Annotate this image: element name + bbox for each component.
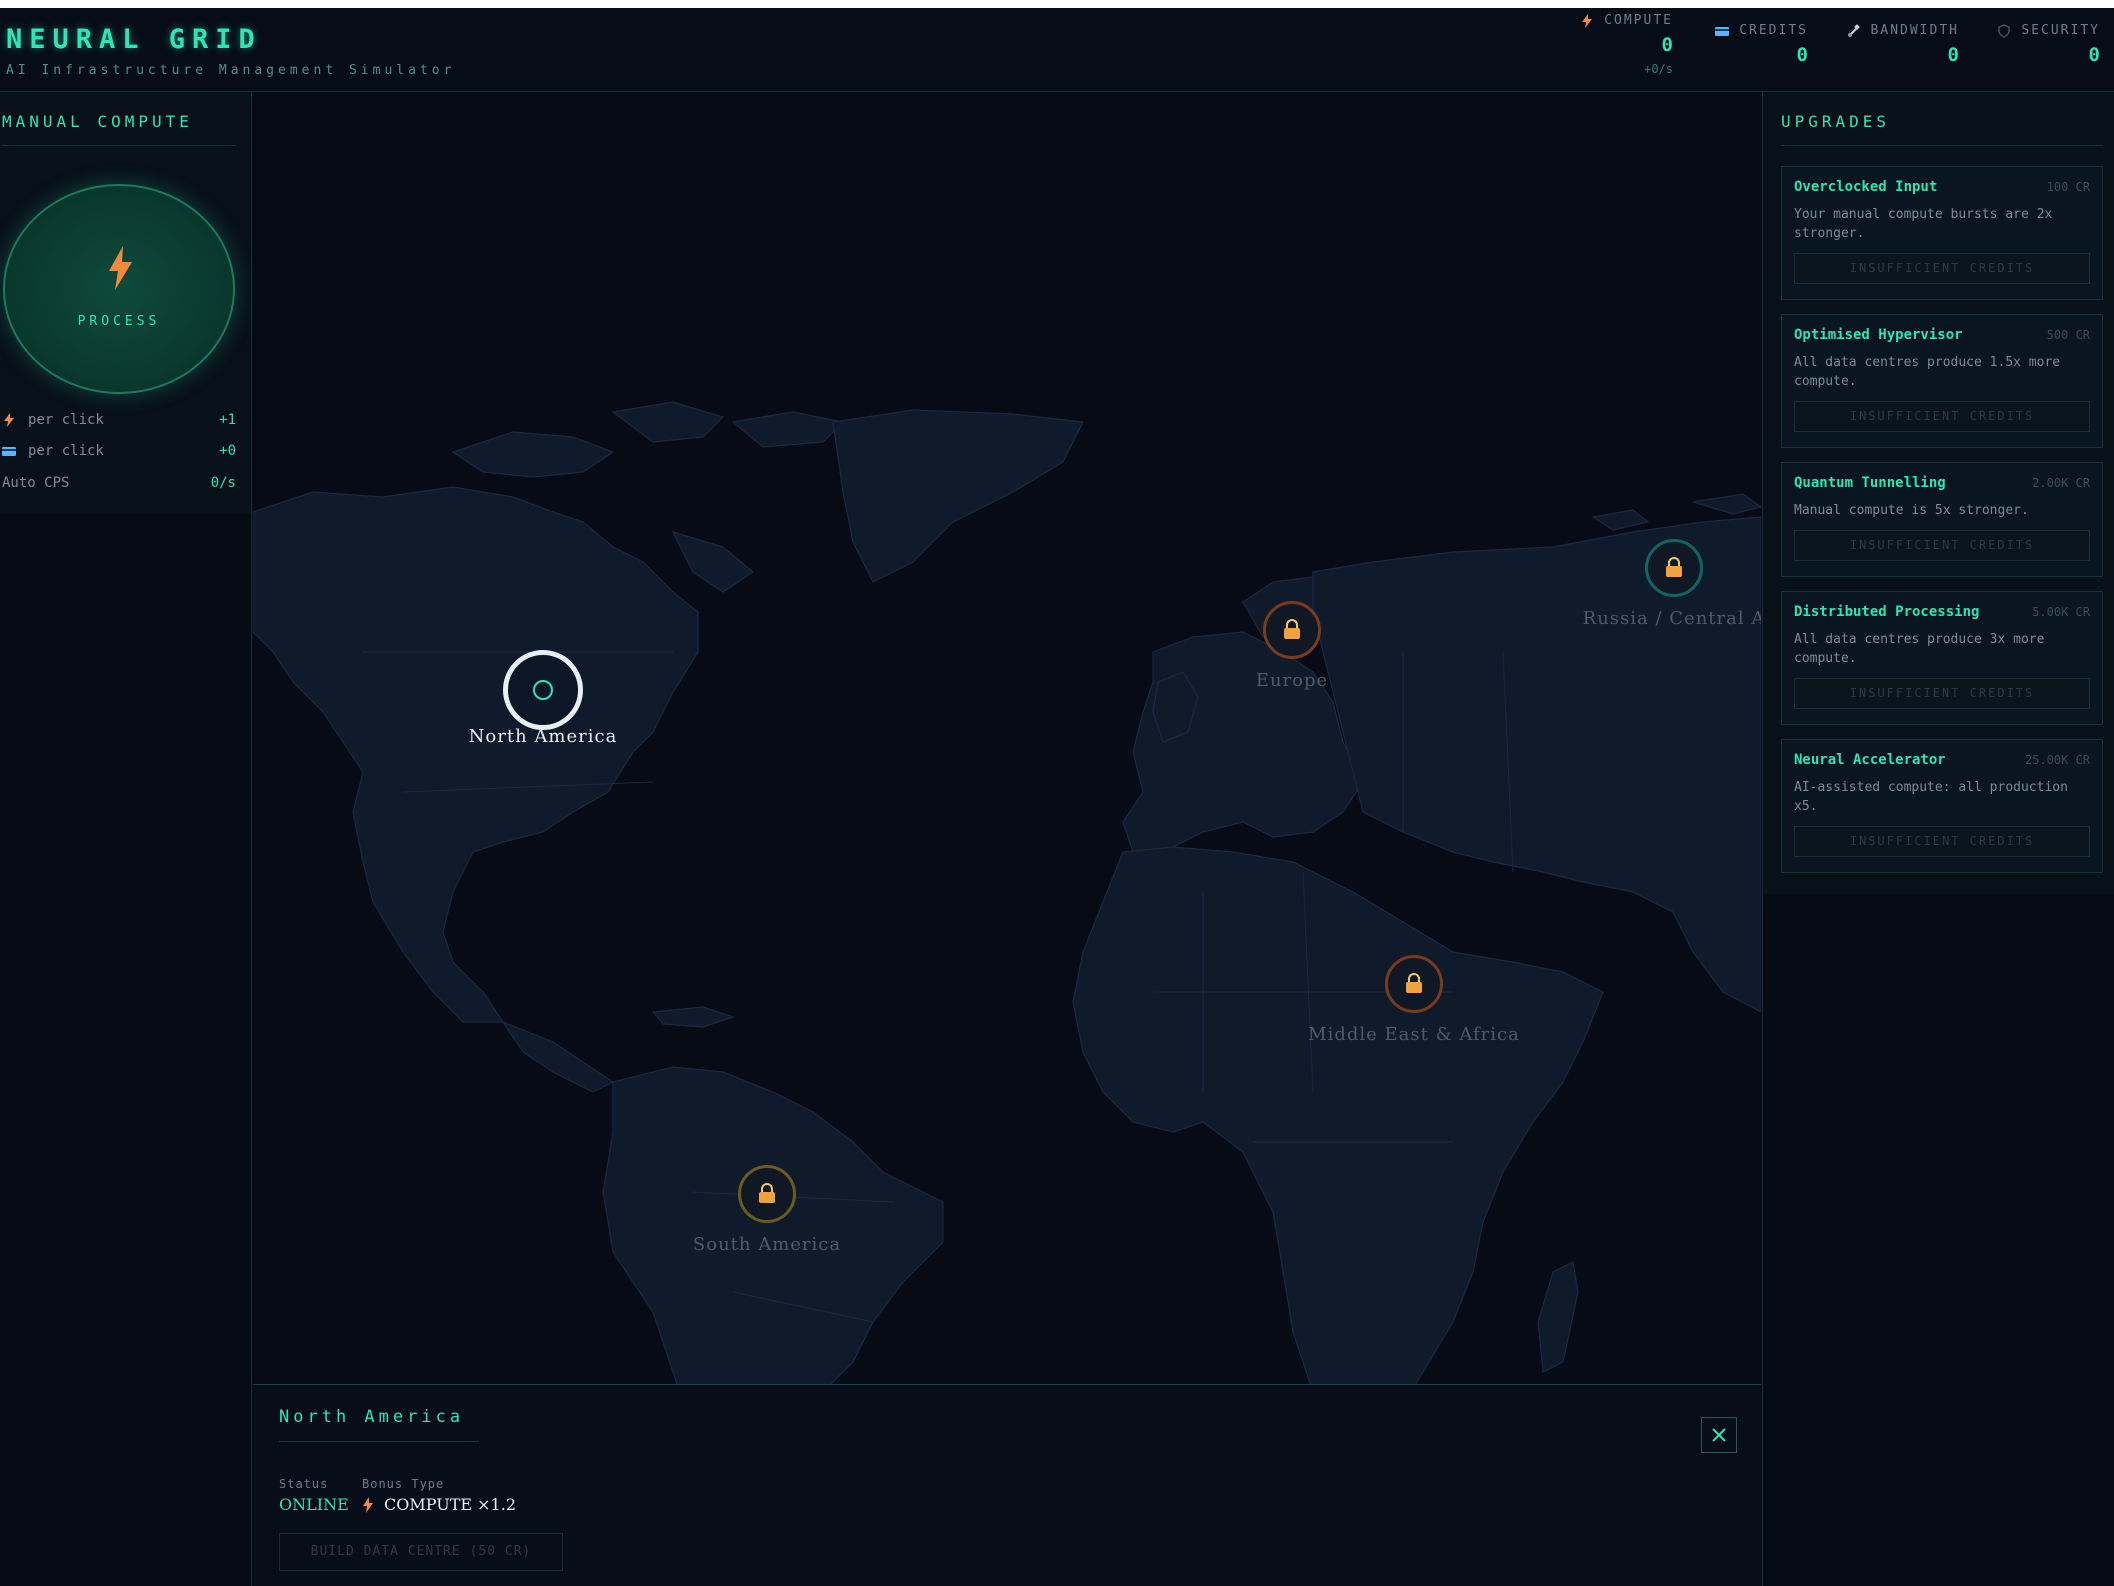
bandwidth-value: 0 <box>1947 44 1959 66</box>
upgrade-card: Distributed Processing 5.00K CR All data… <box>1781 591 2103 725</box>
compute-rate: +0/s <box>1644 62 1673 76</box>
upgrades-panel: UPGRADES Overclocked Input 100 CR Your m… <box>1762 92 2114 894</box>
credit-card-icon <box>1715 26 1730 36</box>
per-click-value: +1 <box>219 412 236 428</box>
upgrade-cost: 25.00K CR <box>2024 753 2090 767</box>
upgrade-description: Manual compute is 5x stronger. <box>1794 503 2029 518</box>
bolt-icon <box>109 246 132 290</box>
left-panel-background <box>0 514 252 1586</box>
upgrade-card: Overclocked Input 100 CR Your manual com… <box>1781 166 2103 300</box>
world-map[interactable]: North America Europe Russia / Central A … <box>253 92 1761 1586</box>
upgrade-name: Distributed Processing <box>1794 604 1980 620</box>
divider <box>2 145 236 146</box>
security-label: SECURITY <box>2021 23 2100 38</box>
process-label: PROCESS <box>77 314 161 329</box>
upgrade-name: Optimised Hypervisor <box>1794 327 1963 343</box>
per-click-value: +0 <box>219 443 236 459</box>
upgrade-name: Quantum Tunnelling <box>1794 475 1946 491</box>
app-title: NEURAL GRID <box>6 24 262 55</box>
compute-label: COMPUTE <box>1604 13 1673 28</box>
per-click-label: per click <box>28 443 104 459</box>
credits-value: 0 <box>1796 44 1808 66</box>
compute-value: 0 <box>1661 34 1673 56</box>
right-panel-background <box>1762 894 2114 1586</box>
region-label-europe: Europe <box>1255 670 1329 691</box>
status-value: ONLINE <box>279 1495 349 1514</box>
auto-cps-label: Auto CPS <box>2 475 70 491</box>
upgrade-description: AI-assisted compute: all production x5. <box>1794 780 2068 814</box>
manual-compute-title: MANUAL COMPUTE <box>2 112 193 131</box>
upgrade-card: Quantum Tunnelling 2.00K CR Manual compu… <box>1781 462 2103 577</box>
divider <box>279 1441 479 1442</box>
credits-stat: CREDITS 0 <box>1715 23 1808 66</box>
upgrade-description: All data centres produce 1.5x more compu… <box>1794 355 2061 389</box>
upgrade-name: Overclocked Input <box>1794 179 1938 195</box>
per-click-compute-row: per click +1 <box>2 412 236 428</box>
lock-icon <box>1666 557 1682 577</box>
per-click-label: per click <box>28 412 104 428</box>
browser-top-bar <box>0 0 2114 8</box>
credits-label: CREDITS <box>1739 23 1808 38</box>
region-label-russia-central-asia: Russia / Central A <box>1582 608 1761 629</box>
bandwidth-label: BANDWIDTH <box>1870 23 1959 38</box>
bolt-icon <box>4 413 14 427</box>
upgrade-buy-button[interactable]: INSUFFICIENT CREDITS <box>1794 678 2090 709</box>
upgrade-card: Neural Accelerator 25.00K CR AI-assisted… <box>1781 739 2103 873</box>
auto-cps-value: 0/s <box>210 475 236 491</box>
security-stat: SECURITY 0 <box>1997 23 2100 66</box>
upgrade-cost: 2.00K CR <box>2032 476 2090 490</box>
bonus-type-value: COMPUTE ×1.2 <box>384 1495 516 1514</box>
world-map-land <box>253 401 1761 1477</box>
close-button[interactable] <box>1701 1417 1737 1453</box>
bandwidth-stat: BANDWIDTH 0 <box>1847 23 1959 66</box>
build-data-centre-button[interactable]: BUILD DATA CENTRE (50 CR) <box>279 1533 563 1571</box>
status-label: Status <box>279 1477 329 1491</box>
region-marker-south-america[interactable] <box>738 1165 796 1223</box>
region-detail-panel: North America Status ONLINE Bonus Type C… <box>253 1384 1761 1586</box>
bolt-icon <box>1582 13 1593 28</box>
region-label-middle-east-africa: Middle East & Africa <box>1308 1024 1520 1045</box>
per-click-credits-row: per click +0 <box>2 443 236 459</box>
upgrade-cost: 500 CR <box>2046 328 2090 342</box>
lock-icon <box>759 1183 775 1203</box>
region-label-south-america: South America <box>692 1234 842 1255</box>
bonus-type-row: COMPUTE ×1.2 <box>362 1495 516 1514</box>
app-subtitle: AI Infrastructure Management Simulator <box>6 63 456 78</box>
upgrade-buy-button[interactable]: INSUFFICIENT CREDITS <box>1794 253 2090 284</box>
upgrade-description: Your manual compute bursts are 2x strong… <box>1794 207 2053 241</box>
upgrades-title: UPGRADES <box>1781 112 1891 131</box>
upgrade-buy-button[interactable]: INSUFFICIENT CREDITS <box>1794 530 2090 561</box>
credit-card-icon <box>2 447 16 456</box>
bonus-type-label: Bonus Type <box>362 1477 445 1491</box>
region-marker-north-america[interactable] <box>503 650 583 730</box>
manual-compute-panel: MANUAL COMPUTE PROCESS per click +1 per … <box>0 92 252 514</box>
lock-icon <box>1406 973 1422 993</box>
selected-ring-icon <box>533 680 553 700</box>
compute-stat: COMPUTE 0 +0/s <box>1580 13 1673 76</box>
upgrade-cost: 5.00K CR <box>2032 605 2090 619</box>
region-marker-russia-central-asia[interactable] <box>1645 539 1703 597</box>
region-label-north-america: North America <box>468 726 618 747</box>
upgrade-cost: 100 CR <box>2046 180 2090 194</box>
brand: NEURAL GRID AI Infrastructure Management… <box>6 24 455 78</box>
region-marker-middle-east-africa[interactable] <box>1385 955 1443 1013</box>
upgrade-card: Optimised Hypervisor 500 CR All data cen… <box>1781 314 2103 448</box>
upgrade-description: All data centres produce 3x more compute… <box>1794 632 2045 666</box>
auto-cps-row: Auto CPS 0/s <box>2 475 236 491</box>
close-icon <box>1712 1428 1726 1442</box>
upgrade-buy-button[interactable]: INSUFFICIENT CREDITS <box>1794 401 2090 432</box>
upgrade-name: Neural Accelerator <box>1794 752 1946 768</box>
shield-icon <box>1998 23 2011 38</box>
security-value: 0 <box>2088 44 2100 66</box>
region-detail-title: North America <box>279 1407 465 1427</box>
top-header: NEURAL GRID AI Infrastructure Management… <box>0 8 2114 92</box>
lock-icon <box>1284 619 1300 639</box>
bolt-icon <box>363 1496 373 1513</box>
satellite-icon <box>1847 23 1860 37</box>
upgrade-buy-button[interactable]: INSUFFICIENT CREDITS <box>1794 826 2090 857</box>
region-marker-europe[interactable] <box>1263 601 1321 659</box>
divider <box>1781 145 2103 146</box>
process-button[interactable]: PROCESS <box>3 184 235 394</box>
